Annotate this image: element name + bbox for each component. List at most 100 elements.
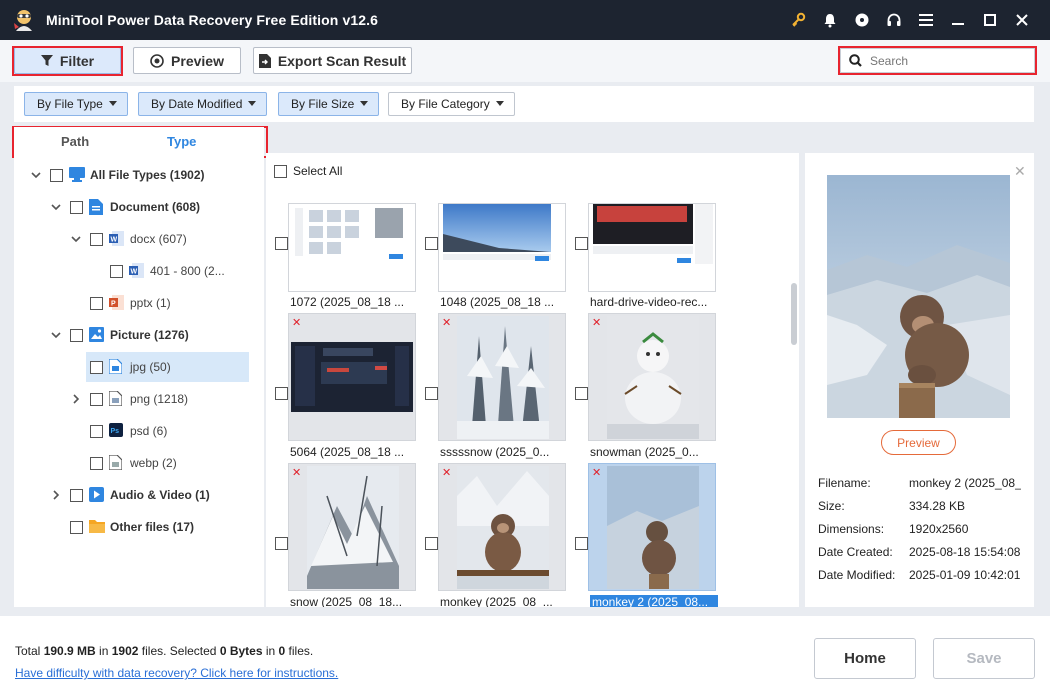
grid-item[interactable]: ✕ snow (2025_08_18... bbox=[266, 463, 416, 607]
computer-icon bbox=[69, 167, 85, 183]
file-name: snow (2025_08_18... bbox=[290, 595, 403, 607]
tab-type[interactable]: Type bbox=[167, 134, 196, 149]
tab-path[interactable]: Path bbox=[61, 134, 89, 149]
checkbox[interactable] bbox=[575, 537, 588, 550]
file-name: 1072 (2025_08_18 ... bbox=[290, 295, 405, 309]
chevron-down-icon bbox=[108, 101, 117, 106]
tree-label: Document (608) bbox=[110, 200, 201, 214]
video-icon bbox=[89, 487, 104, 503]
grid-item[interactable]: 1072 (2025_08_18 ... bbox=[266, 163, 416, 309]
tree-item-all[interactable]: All File Types (1902) bbox=[30, 160, 264, 190]
checkbox[interactable] bbox=[425, 387, 438, 400]
chevron-right-icon[interactable] bbox=[50, 489, 62, 501]
checkbox[interactable] bbox=[70, 328, 83, 342]
home-button[interactable]: Home bbox=[814, 638, 916, 679]
grid-item[interactable]: ✕ sssssnow (2025_0... bbox=[416, 313, 566, 459]
headphones-icon[interactable] bbox=[878, 0, 910, 40]
checkbox[interactable] bbox=[110, 264, 123, 278]
checkbox[interactable] bbox=[90, 296, 103, 310]
save-button[interactable]: Save bbox=[933, 638, 1035, 679]
chevron-down-icon[interactable] bbox=[30, 169, 42, 181]
by-file-type-dropdown[interactable]: By File Type bbox=[24, 92, 128, 116]
checkbox[interactable] bbox=[70, 200, 83, 214]
checkbox[interactable] bbox=[70, 488, 83, 502]
bell-icon[interactable] bbox=[814, 0, 846, 40]
checkbox[interactable] bbox=[575, 387, 588, 400]
total-files: 1902 bbox=[111, 644, 139, 658]
funnel-icon bbox=[40, 54, 53, 66]
menu-icon[interactable] bbox=[910, 0, 942, 40]
tree-item-picture[interactable]: Picture (1276) bbox=[50, 320, 264, 350]
preview-button[interactable]: Preview bbox=[133, 47, 241, 74]
eye-icon bbox=[150, 53, 164, 68]
chevron-down-icon[interactable] bbox=[50, 329, 62, 341]
grid-item[interactable]: ✕ monkey 2 (2025_08... bbox=[566, 463, 718, 607]
tree-item-png[interactable]: png (1218) bbox=[70, 384, 264, 414]
tree-item-pptx[interactable]: P pptx (1) bbox=[90, 288, 264, 318]
tree-item-psd[interactable]: Ps psd (6) bbox=[90, 416, 264, 446]
chevron-down-icon bbox=[360, 101, 369, 106]
key-icon[interactable] bbox=[782, 0, 814, 40]
svg-text:W: W bbox=[131, 269, 138, 276]
checkbox[interactable] bbox=[90, 360, 103, 374]
checkbox[interactable] bbox=[575, 237, 588, 250]
grid-item[interactable]: ✕ 5064 (2025_08_18 ... bbox=[266, 313, 416, 459]
checkbox[interactable] bbox=[425, 537, 438, 550]
search-input[interactable] bbox=[870, 53, 1030, 68]
maximize-icon[interactable] bbox=[974, 0, 1006, 40]
summary-text: in bbox=[95, 644, 112, 658]
chevron-down-icon bbox=[495, 101, 504, 106]
checkbox[interactable] bbox=[90, 392, 103, 406]
app-title: MiniTool Power Data Recovery Free Editio… bbox=[46, 12, 378, 28]
tree-label: Other files (17) bbox=[110, 520, 195, 534]
checkbox[interactable] bbox=[70, 520, 83, 534]
chevron-down-icon[interactable] bbox=[70, 233, 82, 245]
minimize-icon[interactable] bbox=[942, 0, 974, 40]
tree-item-docx[interactable]: W docx (607) bbox=[70, 224, 264, 254]
checkbox[interactable] bbox=[425, 237, 438, 250]
tree-item-webp[interactable]: webp (2) bbox=[90, 448, 264, 478]
tree-item-jpg[interactable]: jpg (50) bbox=[86, 352, 249, 382]
tree-item-other-files[interactable]: Other files (17) bbox=[70, 512, 264, 542]
total-size: 190.9 MB bbox=[43, 644, 96, 658]
summary-text: files. bbox=[285, 644, 314, 658]
close-preview-icon[interactable]: ✕ bbox=[1014, 163, 1026, 180]
file-name: sssssnow (2025_0... bbox=[440, 445, 550, 459]
checkbox[interactable] bbox=[275, 537, 288, 550]
checkbox[interactable] bbox=[90, 232, 103, 246]
grid-item[interactable]: hard-drive-video-rec... bbox=[566, 163, 716, 309]
filter-button[interactable]: Filter bbox=[14, 47, 121, 74]
export-scan-result-button[interactable]: Export Scan Result bbox=[253, 47, 412, 74]
webp-file-icon bbox=[108, 454, 124, 471]
tree-label: pptx (1) bbox=[130, 296, 171, 310]
by-file-category-dropdown[interactable]: By File Category bbox=[388, 92, 515, 116]
help-link[interactable]: Have difficulty with data recovery? Clic… bbox=[15, 666, 338, 680]
by-date-modified-dropdown[interactable]: By Date Modified bbox=[138, 92, 268, 116]
close-icon[interactable] bbox=[1006, 0, 1038, 40]
deleted-mark-icon: ✕ bbox=[292, 467, 302, 479]
by-date-modified-label: By Date Modified bbox=[151, 97, 243, 111]
by-file-size-dropdown[interactable]: By File Size bbox=[278, 92, 380, 116]
checkbox[interactable] bbox=[50, 168, 63, 182]
filter-label: Filter bbox=[59, 52, 95, 69]
tree-item-audio-video[interactable]: Audio & Video (1) bbox=[50, 480, 264, 510]
checkbox[interactable] bbox=[90, 456, 103, 470]
grid-scrollbar[interactable] bbox=[791, 283, 797, 345]
checkbox[interactable] bbox=[275, 237, 288, 250]
chevron-down-icon[interactable] bbox=[50, 201, 62, 213]
tree-item-document[interactable]: Document (608) bbox=[50, 192, 264, 222]
search-box[interactable] bbox=[840, 48, 1035, 73]
powerpoint-icon: P bbox=[109, 295, 124, 311]
grid-item[interactable]: 1048 (2025_08_18 ... bbox=[416, 163, 566, 309]
grid-item[interactable]: ✕ monkey (2025_08_... bbox=[416, 463, 566, 607]
tree-item-range[interactable]: W 401 - 800 (2... bbox=[110, 256, 264, 286]
grid-item[interactable]: ✕ snowman (2025_0... bbox=[566, 313, 716, 459]
scan-summary: Total 190.9 MB in 1902 files. Selected 0… bbox=[15, 644, 313, 658]
checkbox[interactable] bbox=[90, 424, 103, 438]
preview-file-button[interactable]: Preview bbox=[881, 430, 956, 455]
file-name: 5064 (2025_08_18 ... bbox=[290, 445, 405, 459]
png-file-icon bbox=[108, 390, 124, 407]
chevron-right-icon[interactable] bbox=[70, 393, 82, 405]
disc-icon[interactable] bbox=[846, 0, 878, 40]
checkbox[interactable] bbox=[275, 387, 288, 400]
